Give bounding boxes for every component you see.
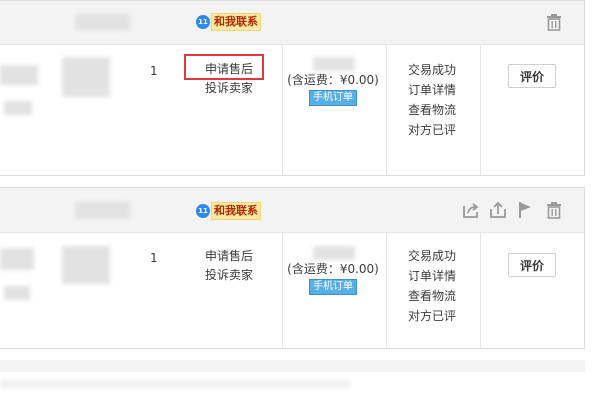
blurred-footer (0, 380, 350, 388)
highlight-box (184, 54, 264, 80)
mobile-order-badge: 手机订单 (309, 279, 357, 295)
divider (480, 233, 481, 349)
order-header: 11 和我联系 (0, 1, 584, 45)
wangwang-icon: 11 (196, 204, 210, 218)
blurred-product-title (62, 246, 110, 284)
rated-status: 对方已评 (408, 309, 457, 323)
shipping-fee: (含运费：¥0.00) (287, 73, 379, 87)
flag-icon[interactable] (515, 200, 535, 220)
blurred-product-text (4, 101, 32, 115)
wangwang-icon: 11 (196, 15, 210, 29)
blurred-product-image (0, 248, 34, 270)
contact-seller-button[interactable]: 11 和我联系 (196, 202, 261, 220)
contact-seller-button[interactable]: 11 和我联系 (196, 13, 261, 31)
quantity: 1 (150, 64, 158, 78)
trade-status: 交易成功 (408, 249, 457, 263)
upload-icon[interactable] (488, 200, 508, 220)
apply-after-sale-link[interactable]: 申请售后 (205, 247, 253, 266)
blurred-order-info (75, 14, 130, 30)
rate-button[interactable]: 评价 (508, 64, 556, 88)
status-links: 交易成功 订单详情 查看物流 对方已评 (408, 246, 456, 326)
blurred-price (313, 246, 355, 260)
blurred-product-text (4, 286, 30, 300)
price-cell: (含运费：¥0.00) 手机订单 (283, 246, 383, 295)
mobile-order-badge: 手机订单 (309, 90, 357, 106)
trade-status: 交易成功 (408, 63, 457, 77)
quantity: 1 (150, 251, 158, 265)
share-icon[interactable] (461, 200, 481, 220)
divider (480, 45, 481, 176)
after-sale-links: 申请售后 投诉卖家 (205, 247, 253, 285)
delete-icon[interactable] (544, 12, 564, 32)
next-order-header (0, 360, 585, 372)
complain-seller-link[interactable]: 投诉卖家 (205, 79, 253, 98)
order-card: 11 和我联系 1 申请售后 投诉卖家 (含运费：¥0.00) 手机订单 交易成… (0, 0, 585, 176)
blurred-product-image (0, 65, 38, 85)
shipping-fee: (含运费：¥0.00) (287, 262, 379, 276)
order-header: 11 和我联系 (0, 188, 584, 233)
view-logistics-link[interactable]: 查看物流 (408, 100, 456, 120)
blurred-product-title (62, 57, 110, 97)
order-card: 11 和我联系 1 申请售后 投诉卖家 (含运费：¥0.00) 手机订单 交易成… (0, 187, 585, 349)
contact-label: 和我联系 (211, 202, 261, 220)
divider (386, 45, 387, 176)
contact-label: 和我联系 (211, 13, 261, 31)
complain-seller-link[interactable]: 投诉卖家 (205, 266, 253, 285)
blurred-order-info (75, 202, 130, 219)
divider (386, 233, 387, 349)
rated-status: 对方已评 (408, 123, 457, 137)
status-links: 交易成功 订单详情 查看物流 对方已评 (408, 60, 456, 140)
blurred-price (313, 57, 355, 71)
order-detail-link[interactable]: 订单详情 (408, 80, 456, 100)
rate-button[interactable]: 评价 (508, 253, 556, 277)
order-detail-link[interactable]: 订单详情 (408, 266, 456, 286)
delete-icon[interactable] (544, 200, 564, 220)
view-logistics-link[interactable]: 查看物流 (408, 286, 456, 306)
price-cell: (含运费：¥0.00) 手机订单 (283, 57, 383, 106)
